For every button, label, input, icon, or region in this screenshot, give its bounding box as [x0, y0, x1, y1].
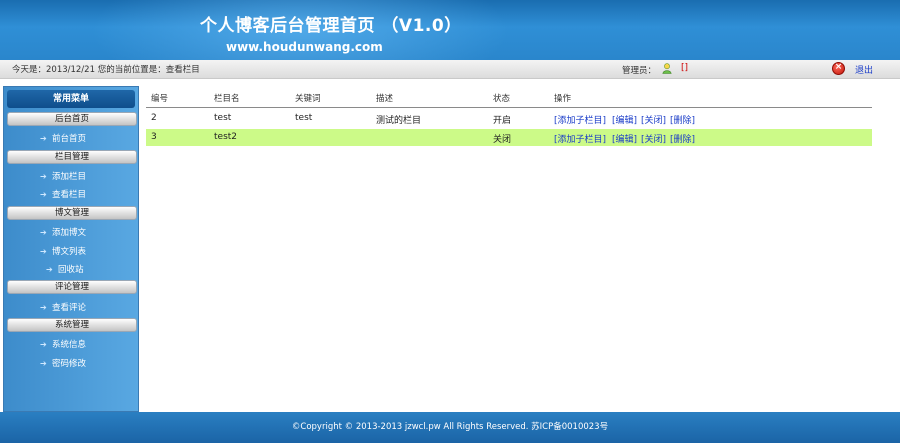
column-header: 编号	[151, 94, 169, 104]
cell-id: 2	[151, 113, 157, 123]
column-header: 描述	[376, 94, 394, 104]
sidebar-item-add-post[interactable]: ➔ 添加博文	[40, 227, 86, 239]
location-text: 今天是：2013/12/21 您的当前位置是：查看栏目	[12, 65, 200, 75]
cell-status: 开启	[493, 116, 512, 126]
sidebar-item-label: 前台首页	[52, 134, 87, 144]
sidebar-item-label: 密码修改	[52, 359, 87, 369]
arrow-icon: ➔	[40, 190, 47, 199]
sidebar-group-posts[interactable]: 博文管理	[7, 206, 137, 220]
delete-link[interactable]: [删除]	[670, 132, 695, 145]
cell-name: test	[214, 113, 232, 123]
logout-icon[interactable]: ×	[832, 62, 845, 75]
sidebar-item-label: 查看评论	[52, 303, 87, 313]
close-link[interactable]: [关闭]	[641, 113, 666, 126]
sidebar-item-recycle-bin[interactable]: ➔ 回收站	[46, 264, 84, 276]
footer: ©Copyright © 2013-2013 jzwcl.pw All Righ…	[0, 412, 900, 443]
admin-label: 管理员：	[622, 66, 657, 76]
info-bar: 今天是：2013/12/21 您的当前位置是：查看栏目 管理员： [] × 退出	[0, 60, 900, 79]
add-subcategory-link[interactable]: [添加子栏目]	[554, 113, 606, 126]
admin-name[interactable]: []	[681, 63, 688, 73]
arrow-icon: ➔	[40, 172, 47, 181]
logout-link[interactable]: 退出	[855, 63, 873, 76]
delete-link[interactable]: [删除]	[670, 113, 695, 126]
table-row: 2 test test 测试的栏目 开启 [添加子栏目] [编辑] [关闭] […	[146, 110, 872, 127]
sidebar: 常用菜单 后台首页 ➔ 前台首页 栏目管理 ➔ 添加栏目 ➔ 查看栏目 博文管理 ➔ 添…	[3, 86, 139, 412]
sidebar-group-home[interactable]: 后台首页	[7, 112, 137, 126]
sidebar-item-view-category[interactable]: ➔ 查看栏目	[40, 189, 86, 201]
arrow-icon: ➔	[40, 303, 47, 312]
cell-keywords: test	[295, 113, 313, 123]
arrow-icon: ➔	[40, 340, 47, 349]
sidebar-group-category[interactable]: 栏目管理	[7, 150, 137, 164]
arrow-icon: ➔	[40, 247, 47, 256]
site-title: 个人博客后台管理首页 （V1.0）	[200, 16, 462, 36]
close-link[interactable]: [关闭]	[641, 132, 666, 145]
sidebar-item-system-info[interactable]: ➔ 系统信息	[40, 339, 86, 351]
sidebar-item-label: 系统信息	[52, 340, 87, 350]
sidebar-header: 常用菜单	[7, 90, 135, 108]
edit-link[interactable]: [编辑]	[612, 113, 637, 126]
sidebar-item-post-list[interactable]: ➔ 博文列表	[40, 246, 86, 258]
sidebar-item-label: 添加栏目	[52, 172, 87, 182]
sidebar-item-label: 查看栏目	[52, 190, 87, 200]
sidebar-item-label: 回收站	[58, 265, 84, 275]
sidebar-item-label: 博文列表	[52, 247, 87, 257]
site-url: www.houdunwang.com	[226, 40, 383, 54]
table-row: 3 test2 关闭 [添加子栏目] [编辑] [关闭] [删除]	[146, 129, 872, 146]
column-header: 状态	[493, 94, 511, 104]
arrow-icon: ➔	[46, 265, 53, 274]
edit-link[interactable]: [编辑]	[612, 132, 637, 145]
sidebar-item-label: 添加博文	[52, 228, 87, 238]
cell-status: 关闭	[493, 135, 512, 145]
column-header: 栏目名	[214, 94, 240, 104]
sidebar-item-change-password[interactable]: ➔ 密码修改	[40, 358, 86, 370]
arrow-icon: ➔	[40, 134, 47, 143]
copyright-text: ©Copyright © 2013-2013 jzwcl.pw All Righ…	[291, 422, 609, 432]
cell-id: 3	[151, 132, 157, 142]
column-header: 关键词	[295, 94, 321, 104]
sidebar-group-comments[interactable]: 评论管理	[7, 280, 137, 294]
arrow-icon: ➔	[40, 228, 47, 237]
cell-description: 测试的栏目	[376, 116, 422, 126]
header-banner: 个人博客后台管理首页 （V1.0） www.houdunwang.com	[0, 0, 900, 60]
arrow-icon: ➔	[40, 359, 47, 368]
cell-name: test2	[214, 132, 238, 142]
column-header: 操作	[554, 94, 572, 104]
sidebar-item-view-comments[interactable]: ➔ 查看评论	[40, 302, 86, 314]
sidebar-item-add-category[interactable]: ➔ 添加栏目	[40, 171, 86, 183]
sidebar-group-system[interactable]: 系统管理	[7, 318, 137, 332]
table-header: 编号 栏目名 关键词 描述 状态 操作	[146, 86, 872, 108]
add-subcategory-link[interactable]: [添加子栏目]	[554, 132, 606, 145]
user-icon	[662, 63, 672, 74]
sidebar-item-front-home[interactable]: ➔ 前台首页	[40, 133, 86, 145]
